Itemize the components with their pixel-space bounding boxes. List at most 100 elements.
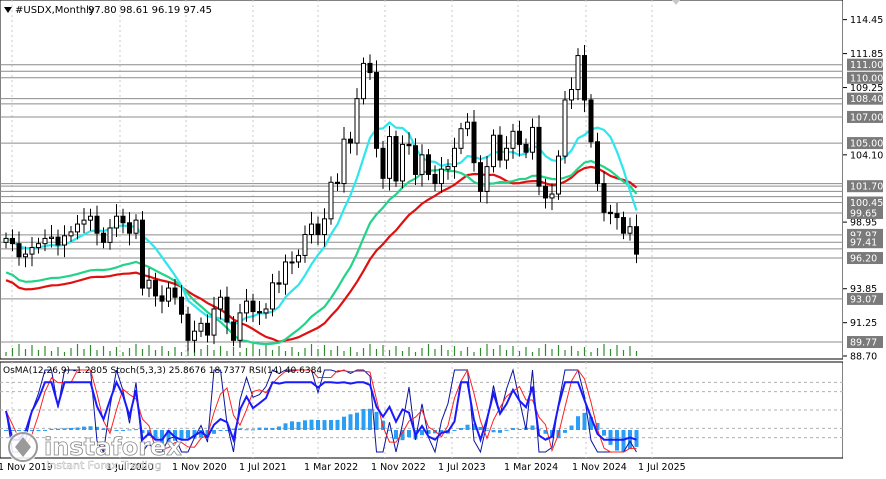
price-level-label: 108.40 xyxy=(850,94,883,105)
osma-bar xyxy=(283,423,288,430)
osma-bar xyxy=(303,420,307,430)
candle-up xyxy=(114,215,119,229)
candle-up xyxy=(575,55,581,91)
price-level-label: 107.00 xyxy=(850,112,883,123)
candle-up xyxy=(36,243,41,249)
candle-down xyxy=(374,72,379,149)
osma-bar xyxy=(420,430,424,436)
candle-up xyxy=(166,287,171,302)
candle-down xyxy=(621,217,626,234)
candle-down xyxy=(185,313,191,341)
candle-down xyxy=(231,321,236,341)
candle-down xyxy=(601,183,607,213)
candle-up xyxy=(244,300,249,314)
price-level-label: 101.70 xyxy=(850,182,883,193)
candle-up xyxy=(3,237,9,243)
osma-bar xyxy=(348,414,353,430)
candle-down xyxy=(634,226,639,255)
candle-up xyxy=(458,128,464,149)
candle-down xyxy=(497,134,503,161)
osma-bar xyxy=(628,430,632,450)
candle-up xyxy=(81,219,87,225)
osma-bar xyxy=(504,429,509,431)
date-label: 1 Nov 2024 xyxy=(572,462,627,473)
price-tick-label: 104.10 xyxy=(850,150,883,161)
candle-down xyxy=(614,213,620,219)
candle-up xyxy=(504,147,509,161)
candle-up xyxy=(133,219,139,234)
candle-up xyxy=(211,308,217,336)
osma-bar xyxy=(17,430,21,431)
candle-up xyxy=(445,166,451,170)
osma-bar xyxy=(602,430,606,436)
candle-down xyxy=(595,141,600,185)
candle-up xyxy=(192,330,197,341)
osma-bar xyxy=(582,412,587,430)
osma-bar xyxy=(75,427,80,430)
candle-up xyxy=(484,166,490,192)
price-tick-label: 88.70 xyxy=(850,352,877,363)
candle-down xyxy=(120,215,126,224)
candle-up xyxy=(302,234,308,256)
candle-up xyxy=(88,215,93,221)
osma-bar xyxy=(244,429,249,431)
osma-bar xyxy=(608,430,613,445)
candle-down xyxy=(380,147,386,179)
candle-up xyxy=(569,89,574,101)
candle-down xyxy=(172,287,178,298)
osma-bar xyxy=(127,429,132,431)
candle-up xyxy=(62,235,67,246)
osma-bar xyxy=(270,427,275,430)
candle-down xyxy=(16,243,22,258)
candle-down xyxy=(55,236,61,246)
candle-down xyxy=(471,121,477,164)
osma-bar xyxy=(407,430,411,438)
osma-bar xyxy=(257,427,262,430)
candle-down xyxy=(393,136,399,182)
osma-bar xyxy=(530,425,535,430)
price-tick-label: 109.25 xyxy=(850,83,883,94)
date-label: 1 Nov 2019 xyxy=(0,462,53,473)
osma-bar xyxy=(368,408,372,430)
osma-bar xyxy=(394,430,398,440)
candle-up xyxy=(400,143,405,182)
price-level-label: 110.00 xyxy=(850,73,883,84)
candle-up xyxy=(549,193,555,199)
osma-bar xyxy=(43,429,47,431)
osma-bar xyxy=(264,427,268,430)
price-chart-svg[interactable]: 80705030202.2272-1.4475 114.45111.85109.… xyxy=(0,0,886,474)
candle-up xyxy=(49,236,54,239)
candle-up xyxy=(289,261,295,264)
price-level-label: 111.00 xyxy=(850,60,883,71)
candle-up xyxy=(556,155,561,195)
candle-down xyxy=(153,279,158,297)
candle-up xyxy=(562,99,568,157)
candle-down xyxy=(367,62,373,74)
candle-up xyxy=(452,147,457,168)
date-label: 1 Nov 2022 xyxy=(371,462,426,473)
candle-up xyxy=(283,261,288,285)
candle-up xyxy=(354,98,360,144)
osma-bar xyxy=(465,424,470,430)
candle-up xyxy=(387,136,392,179)
candle-down xyxy=(543,185,548,199)
osma-bar xyxy=(335,419,340,430)
osma-bar xyxy=(62,428,67,430)
osma-bar xyxy=(569,425,574,430)
price-level-label: 93.07 xyxy=(850,294,877,305)
osma-bar xyxy=(296,421,301,430)
candle-down xyxy=(315,223,321,236)
osma-bar xyxy=(218,430,223,431)
candle-down xyxy=(588,99,594,143)
candle-down xyxy=(608,211,613,215)
candle-down xyxy=(536,126,542,187)
candle-down xyxy=(101,232,106,243)
osma-bar xyxy=(491,430,496,433)
candle-down xyxy=(478,162,483,192)
candle-down xyxy=(432,173,438,185)
date-label: 1 Nov 2020 xyxy=(172,462,227,473)
price-level-label: 99.65 xyxy=(850,208,877,219)
osma-bar xyxy=(374,411,379,430)
candle-down xyxy=(406,143,412,147)
candle-down xyxy=(224,296,230,323)
